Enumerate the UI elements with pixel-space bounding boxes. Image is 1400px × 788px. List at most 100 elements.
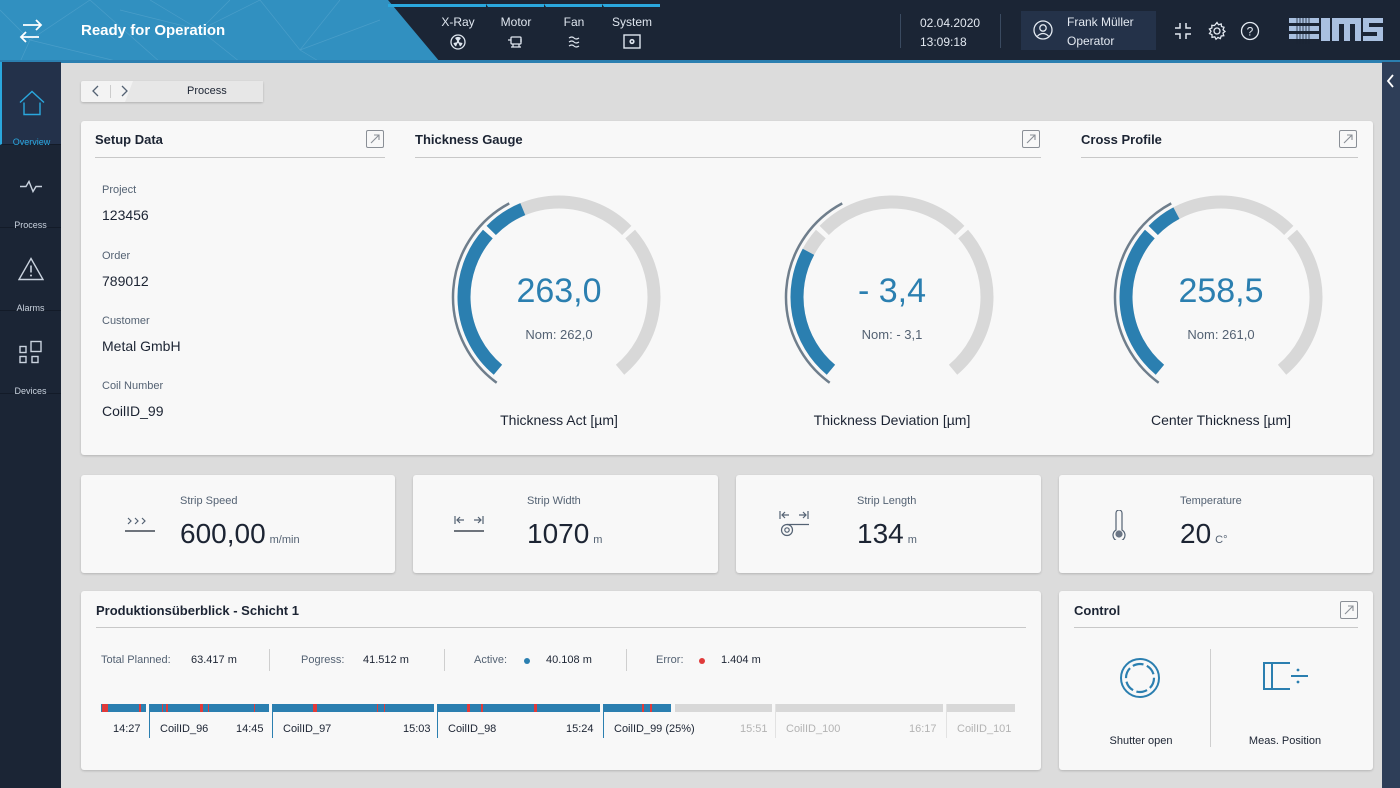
cross-profile-title: Cross Profile	[1081, 132, 1162, 147]
grid-icon	[18, 340, 42, 364]
stat-divider	[269, 649, 270, 671]
total-planned-value: 63.417 m	[191, 654, 237, 666]
svg-text:?: ?	[1247, 25, 1254, 39]
error-marker	[200, 704, 203, 712]
error-marker	[467, 704, 470, 712]
progress-value: 41.512 m	[363, 654, 409, 666]
breadcrumb: Process	[81, 81, 263, 102]
gauge-value: - 3,4	[857, 272, 927, 310]
breadcrumb-current[interactable]: Process	[187, 85, 227, 97]
customer-label: Customer	[102, 315, 150, 327]
right-panel-strip	[1382, 62, 1400, 788]
user-avatar-icon	[1033, 20, 1053, 40]
gauge-nominal: Nom: 261,0	[1187, 327, 1255, 342]
timeline-coil: CoilID_98	[448, 723, 497, 735]
production-overview-card: Produktionsüberblick - Schicht 1	[81, 591, 1041, 770]
cross-profile-expand-button[interactable]	[1339, 130, 1357, 148]
timeline-segment[interactable]	[273, 704, 434, 712]
error-marker	[166, 704, 168, 712]
sidebar-item-alarms[interactable]: Alarms	[0, 228, 61, 313]
metric-card-strip-length: Strip Length 134 m	[736, 475, 1041, 573]
gauge-label: Center Thickness [µm]	[1150, 412, 1292, 428]
sidebar-item-label: Devices	[14, 386, 47, 396]
gauge-value: 263,0	[516, 272, 602, 310]
timeline-segment[interactable]	[438, 704, 600, 712]
coil-length-icon	[779, 511, 809, 537]
tab-fan[interactable]: Fan	[544, 4, 602, 56]
gauge-track	[819, 195, 965, 236]
panel-expand-chevron-icon[interactable]	[1382, 64, 1400, 98]
tab-motor-label: Motor	[500, 15, 532, 29]
stat-divider	[626, 649, 627, 671]
metric-unit: m	[593, 534, 603, 546]
back-chevron-icon[interactable]	[89, 84, 103, 98]
gauge-nominal: Nom: - 3,1	[861, 327, 923, 342]
error-marker	[534, 704, 537, 712]
metric-number: 134	[857, 518, 904, 549]
thickness-gauge-expand-button[interactable]	[1022, 130, 1040, 148]
sidebar-item-devices[interactable]: Devices	[0, 311, 61, 396]
timeline-segment[interactable]	[101, 704, 146, 712]
error-marker	[162, 704, 163, 712]
timeline-coil: CoilID_100	[786, 723, 841, 735]
timeline-segment[interactable]	[150, 704, 269, 712]
metric-number: 20	[1180, 518, 1212, 549]
timeline-time: 14:27	[113, 723, 141, 735]
divider	[1081, 157, 1358, 158]
pulse-icon	[19, 179, 42, 194]
collapse-fullscreen-icon[interactable]	[1173, 21, 1193, 41]
active-label: Active:	[474, 654, 508, 666]
status-text: Ready for Operation	[81, 22, 226, 39]
timeline-time: 15:03	[403, 723, 431, 735]
active-value: 40.108 m	[546, 654, 592, 666]
metric-number: 1070	[527, 518, 590, 549]
timeline-time: 14:45	[236, 723, 264, 735]
tab-xray[interactable]: X-Ray	[388, 4, 486, 56]
timeline-segment-pending[interactable]	[947, 704, 1015, 712]
tab-system[interactable]: System	[602, 4, 660, 56]
tab-motor[interactable]: Motor	[486, 4, 544, 56]
tab-system-label: System	[611, 15, 652, 29]
expand-arrow-icon	[1026, 134, 1036, 144]
error-label: Error:	[656, 654, 684, 666]
metric-label: Strip Length	[857, 495, 917, 507]
error-marker	[642, 704, 644, 712]
customer-value: Metal GmbH	[102, 338, 181, 354]
sync-icon	[19, 19, 43, 43]
expand-arrow-icon	[1343, 134, 1353, 144]
gauge-label: Thickness Deviation [µm]	[813, 412, 971, 428]
production-title: Produktionsüberblick - Schicht 1	[96, 603, 299, 618]
metric-label: Strip Speed	[180, 495, 238, 507]
expand-arrow-icon	[370, 134, 380, 144]
setup-data-expand-button[interactable]	[366, 130, 384, 148]
timeline-segment-pending[interactable]	[675, 704, 772, 712]
divider	[95, 157, 385, 158]
sidebar-item-overview[interactable]: Overview	[0, 62, 61, 147]
system-icon	[623, 34, 641, 49]
breadcrumb-divider	[110, 85, 111, 98]
error-value: 1.404 m	[721, 654, 761, 666]
radiation-icon	[450, 34, 466, 50]
shutter-label: Shutter open	[1109, 735, 1173, 747]
user-name: Frank Müller	[1067, 15, 1134, 29]
metric-card-temperature: Temperature 20 C°	[1059, 475, 1373, 573]
metric-unit: C°	[1215, 534, 1228, 546]
error-marker	[481, 704, 483, 712]
timeline-segment-current[interactable]	[604, 704, 671, 712]
settings-gear-icon[interactable]	[1207, 21, 1227, 41]
project-label: Project	[102, 184, 137, 196]
gauge-value: 258,5	[1178, 272, 1264, 310]
metric-unit: m/min	[269, 534, 300, 546]
control-expand-button[interactable]	[1340, 601, 1358, 619]
timeline-time: 16:17	[909, 723, 937, 735]
sidebar-item-process[interactable]: Process	[0, 145, 61, 230]
divider	[96, 627, 1026, 628]
speed-arrows-icon	[125, 517, 155, 532]
shutter-icon	[1120, 658, 1160, 698]
overview-card: Setup Data Project 123456 Order 789012 C…	[81, 121, 1373, 455]
timeline-segment-pending[interactable]	[776, 704, 943, 712]
progress-label: Pogress:	[301, 654, 345, 666]
help-icon[interactable]: ?	[1240, 21, 1260, 41]
project-value: 123456	[102, 207, 149, 223]
user-profile[interactable]: Frank Müller Operator	[1021, 11, 1156, 50]
